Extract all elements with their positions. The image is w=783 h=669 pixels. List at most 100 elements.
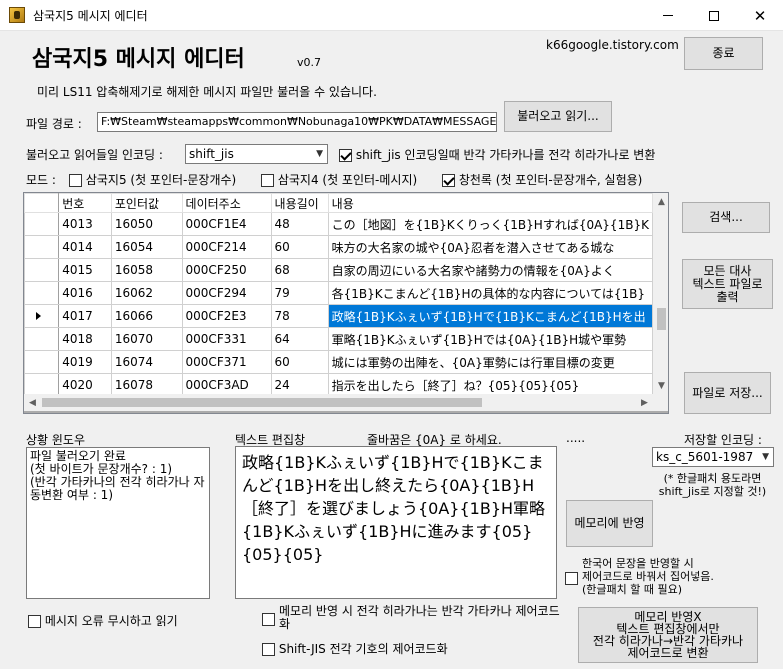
notice-text: 미리 LS11 압축해제기로 해제한 메시지 파일만 불러올 수 있습니다. [37,85,377,99]
cell-length[interactable]: 79 [270,281,329,305]
maximize-button[interactable] [691,0,737,31]
version-label: v0.7 [297,56,322,69]
row-header[interactable] [24,304,60,328]
website-label: k66google.tistory.com [546,38,679,52]
cell-address[interactable]: 000CF1E4 [181,212,272,236]
apply-memory-button[interactable]: 메모리에 반영 [566,500,653,547]
status-label: 상황 윈도우 [26,433,86,447]
cell-num[interactable]: 4017 [58,304,112,328]
horizontal-scroll-thumb[interactable] [42,398,482,407]
cell-content[interactable]: 軍略{1B}Kふぇいず{1B}Hでは{0A}{1B}H城や軍勢 [327,327,654,351]
scroll-right-icon[interactable]: ▶ [636,394,653,411]
cell-num[interactable]: 4014 [58,235,112,259]
cell-length[interactable]: 78 [270,304,329,328]
cell-address[interactable]: 000CF214 [181,235,272,259]
cell-num[interactable]: 4018 [58,327,112,351]
horizontal-scrollbar[interactable]: ◀ ▶ [24,394,653,411]
file-path-input[interactable]: F:₩Steam₩steamapps₩common₩Nobunaga10₩PK₩… [97,112,497,132]
korean-ctrl-checkbox[interactable] [565,571,578,585]
cell-pointer[interactable]: 16050 [110,212,183,236]
cell-num[interactable]: 4019 [58,350,112,374]
ignore-errors-label: 메시지 오류 무시하고 읽기 [44,614,178,628]
cell-content[interactable]: 各{1B}Kこまんど{1B}Hの具体的な内容については{1B} [327,281,654,305]
ignore-errors-checkbox[interactable]: 메시지 오류 무시하고 읽기 [28,612,178,629]
exit-button[interactable]: 종료 [684,37,763,70]
column-header-num[interactable]: 번호 [58,193,112,213]
vertical-scroll-thumb[interactable] [657,308,666,330]
cell-pointer[interactable]: 16062 [110,281,183,305]
scroll-down-icon[interactable]: ▼ [653,377,668,394]
checkbox-icon [28,615,41,628]
cell-address[interactable]: 000CF331 [181,327,272,351]
row-header[interactable] [24,235,60,259]
close-icon: ✕ [753,6,767,25]
table-row[interactable]: 4018 16070 000CF331 64 軍略{1B}Kふぇいず{1B}Hで… [24,327,654,351]
table-row[interactable]: 4019 16074 000CF371 60 城には軍勢の出陣を、{0A}軍勢に… [24,350,654,374]
kana-convert-checkbox[interactable]: shift_jis 인코딩일때 반각 가타카나를 전각 히라가나로 변환 [339,146,655,163]
scroll-left-icon[interactable]: ◀ [24,394,41,411]
save-file-button[interactable]: 파일로 저장... [684,372,771,414]
cell-length[interactable]: 60 [270,235,329,259]
column-header-content[interactable]: 내용 [327,193,654,213]
vertical-scrollbar[interactable]: ▲ ▼ [653,193,668,394]
cell-length[interactable]: 60 [270,350,329,374]
minimize-button[interactable] [645,0,691,31]
mode-souten-checkbox[interactable]: 창천록 (첫 포인터-문장개수, 실험용) [442,171,642,188]
cell-content[interactable]: 政略{1B}Kふぇいず{1B}Hで{1B}Kこまんど{1B}Hを出 [327,304,654,328]
row-header[interactable] [24,350,60,374]
checkbox-icon [262,613,275,626]
checkbox-icon [261,174,274,187]
load-button[interactable]: 불러오고 읽기... [504,101,612,132]
table-row-selected[interactable]: 4017 16066 000CF2E3 78 政略{1B}Kふぇいず{1B}Hで… [24,304,654,328]
cell-num[interactable]: 4015 [58,258,112,282]
cell-num[interactable]: 4016 [58,281,112,305]
cell-address[interactable]: 000CF371 [181,350,272,374]
korean-ctrl-label: 한국어 문장을 반영할 시 제어코드로 바꿔서 집어넣음. (한글패치 할 때 … [582,557,714,596]
search-button[interactable]: 검색... [682,202,770,233]
row-header[interactable] [24,327,60,351]
status-window[interactable]: 파일 불러오기 완료 (첫 바이트가 문장개수? : 1) (반각 가타카나의 … [26,447,210,599]
cell-address[interactable]: 000CF2E3 [181,304,272,328]
row-header[interactable] [24,212,60,236]
convert-editor-only-button[interactable]: 메모리 반영X 텍스트 편집창에서만 전각 히라가나→반각 가타카나 제어코드로… [578,607,758,663]
table-row[interactable]: 4013 16050 000CF1E4 48 この［地図］を{1B}Kくりっく{… [24,212,654,236]
checkbox-icon [339,149,352,162]
mode-rtk4-checkbox[interactable]: 삼국지4 (첫 포인터-메시지) [261,171,417,188]
row-header[interactable] [24,258,60,282]
column-header-pointer[interactable]: 포인터값 [110,193,183,213]
save-encoding-select[interactable]: ks_c_5601-1987 ▼ [652,447,774,467]
cell-pointer[interactable]: 16074 [110,350,183,374]
encoding-select[interactable]: shift_jis ▼ [185,144,328,164]
cell-pointer[interactable]: 16066 [110,304,183,328]
window-title: 삼국지5 메시지 에디터 [33,9,148,23]
cell-pointer[interactable]: 16058 [110,258,183,282]
scroll-up-icon[interactable]: ▲ [653,193,668,210]
cell-address[interactable]: 000CF294 [181,281,272,305]
text-editor[interactable]: 政略{1B}Kふぇいず{1B}Hで{1B}Kこまんど{1B}Hを出し終えたら{0… [235,446,557,599]
hira-to-kata-checkbox[interactable] [262,612,275,626]
column-header-length[interactable]: 내용길이 [270,193,329,213]
message-table[interactable]: 번호 포인터값 데이터주소 내용길이 내용 4013 16050 000CF1E… [23,192,669,414]
cell-length[interactable]: 64 [270,327,329,351]
column-header-address[interactable]: 데이터주소 [181,193,272,213]
table-row[interactable]: 4016 16062 000CF294 79 各{1B}Kこまんど{1B}Hの具… [24,281,654,305]
cell-address[interactable]: 000CF250 [181,258,272,282]
encoding-label: 불러오고 읽어들일 인코딩 : [26,148,163,162]
cell-content[interactable]: 味方の大名家の城や{0A}忍者を潜入させてある城な [327,235,654,259]
table-row[interactable]: 4014 16054 000CF214 60 味方の大名家の城や{0A}忍者を潜… [24,235,654,259]
cell-content[interactable]: この［地図］を{1B}Kくりっく{1B}Hすれば{0A}{1B}K [327,212,654,236]
sjis-symbol-checkbox[interactable]: Shift-JIS 전각 기호의 제어코드화 [262,640,448,657]
row-header[interactable] [24,281,60,305]
mode-rtk5-checkbox[interactable]: 삼국지5 (첫 포인터-문장개수) [69,171,236,188]
cell-content[interactable]: 自家の周辺にいる大名家や諸勢力の情報を{0A}よく [327,258,654,282]
cell-pointer[interactable]: 16054 [110,235,183,259]
close-button[interactable]: ✕ [737,0,783,31]
cell-content[interactable]: 城には軍勢の出陣を、{0A}軍勢には行軍目標の変更 [327,350,654,374]
checkbox-icon [565,572,578,585]
cell-pointer[interactable]: 16070 [110,327,183,351]
cell-length[interactable]: 48 [270,212,329,236]
cell-length[interactable]: 68 [270,258,329,282]
table-row[interactable]: 4015 16058 000CF250 68 自家の周辺にいる大名家や諸勢力の情… [24,258,654,282]
cell-num[interactable]: 4013 [58,212,112,236]
export-all-button[interactable]: 모든 대사 텍스트 파일로 출력 [682,259,773,309]
